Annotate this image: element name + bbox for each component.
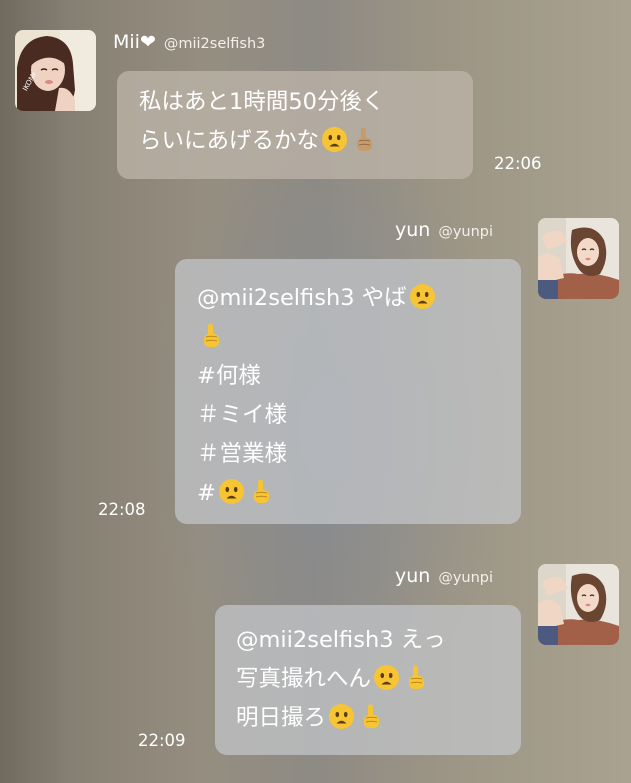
sender-row: Mii❤ @mii2selfish3 bbox=[113, 33, 265, 52]
message-timestamp: 22:09 bbox=[138, 731, 186, 750]
message-line bbox=[197, 318, 521, 357]
avatar-yun[interactable] bbox=[538, 218, 619, 299]
frowning-face-icon bbox=[321, 126, 348, 153]
pointing-up-icon bbox=[247, 478, 274, 505]
sender-name[interactable]: Mii❤ bbox=[113, 31, 156, 53]
sender-name[interactable]: yun bbox=[395, 565, 430, 587]
sender-row: yun @yunpi bbox=[395, 221, 493, 240]
sender-handle[interactable]: @yunpi bbox=[438, 570, 493, 586]
frowning-face-icon bbox=[328, 703, 355, 730]
pointing-up-icon bbox=[357, 703, 384, 730]
hashtag-line[interactable]: #何様 bbox=[197, 357, 521, 396]
sender-row: yun @yunpi bbox=[395, 567, 493, 586]
message-bubble[interactable]: 私はあと1時間50分後く らいにあげるかな bbox=[117, 71, 473, 179]
message-timestamp: 22:06 bbox=[494, 154, 542, 173]
message-line: 私はあと1時間50分後く bbox=[139, 89, 385, 115]
hashtag-line[interactable]: ＃ミイ様 bbox=[197, 396, 521, 435]
message-bubble[interactable]: @mii2selfish3 やば #何様 ＃ミイ様 ＃営業様 # bbox=[175, 259, 521, 524]
frowning-face-icon bbox=[409, 283, 436, 310]
message-line: # bbox=[197, 474, 521, 513]
message-line: らいにあげるかな bbox=[139, 122, 473, 161]
message-line: 写真撮れへん bbox=[236, 660, 521, 699]
message-line: 明日撮ろ bbox=[236, 699, 521, 738]
sender-name[interactable]: yun bbox=[395, 219, 430, 241]
avatar-mii[interactable]: IKOMI bbox=[15, 30, 96, 111]
pointing-up-icon bbox=[402, 664, 429, 691]
message-line: @mii2selfish3 えっ bbox=[236, 627, 446, 653]
pointing-up-icon bbox=[350, 126, 377, 153]
message-timestamp: 22:08 bbox=[98, 500, 146, 519]
sender-handle[interactable]: @mii2selfish3 bbox=[164, 36, 266, 52]
hashtag-line[interactable]: ＃営業様 bbox=[197, 435, 521, 474]
message-line: @mii2selfish3 やば bbox=[197, 279, 521, 318]
avatar-yun[interactable] bbox=[538, 564, 619, 645]
sender-handle[interactable]: @yunpi bbox=[438, 224, 493, 240]
frowning-face-icon bbox=[218, 478, 245, 505]
background-shade bbox=[0, 0, 70, 783]
message-bubble[interactable]: @mii2selfish3 えっ 写真撮れへん 明日撮ろ bbox=[215, 605, 521, 755]
pointing-up-icon bbox=[197, 322, 224, 349]
frowning-face-icon bbox=[373, 664, 400, 691]
